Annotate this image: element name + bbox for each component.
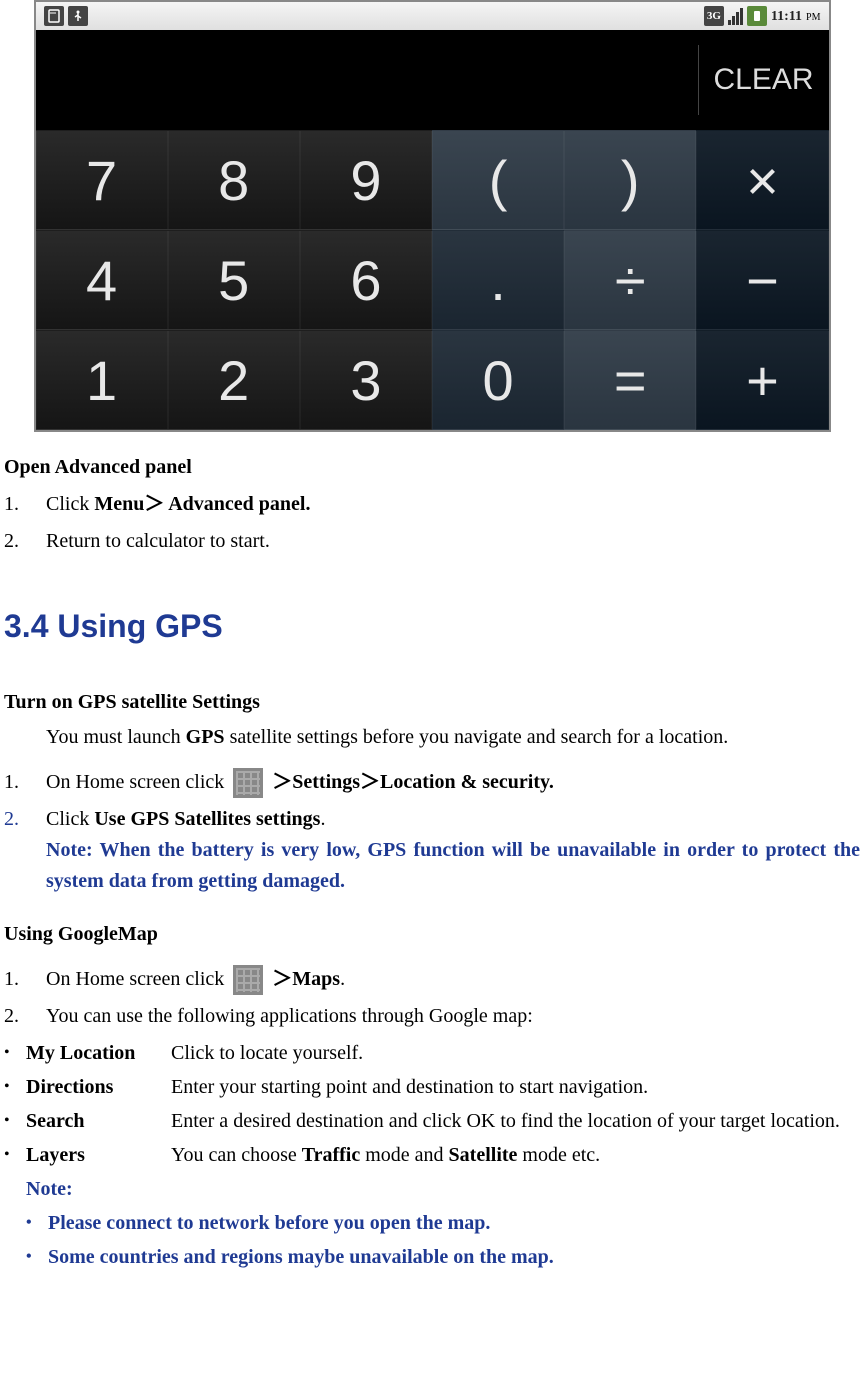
feature-item: • Search Enter a desired destination and… — [4, 1106, 860, 1137]
network-3g-icon: 3G — [704, 6, 724, 26]
feature-label: Directions — [26, 1072, 171, 1103]
feature-desc: Click to locate yourself. — [171, 1038, 860, 1069]
step-item: 2. You can use the following application… — [4, 1001, 860, 1032]
feature-desc: You can choose Traffic mode and Satellit… — [171, 1140, 860, 1171]
step-item: 1. On Home screen click ＞Maps. — [4, 964, 860, 995]
key-minus[interactable]: − — [696, 230, 828, 330]
calculator-keypad: 7 8 9 ( ) × 4 5 6 . ÷ − 1 2 3 0 = + — [36, 130, 829, 430]
feature-label: Search — [26, 1106, 171, 1137]
step-item: 2. Click Use GPS Satellites settings. No… — [4, 804, 860, 897]
feature-desc: Enter a desired destination and click OK… — [171, 1106, 860, 1137]
step-item: 2. Return to calculator to start. — [4, 526, 860, 557]
section-heading: 3.4 Using GPS — [4, 602, 860, 652]
status-bar: 3G 11:11 PM — [36, 2, 829, 30]
feature-item: • Layers You can choose Traffic mode and… — [4, 1140, 860, 1171]
launcher-icon — [233, 965, 263, 995]
key-equals[interactable]: = — [564, 330, 696, 430]
step-item: 1. Click Menu＞ Advanced panel. — [4, 489, 860, 520]
map-note-item: • Some countries and regions maybe unava… — [26, 1242, 860, 1273]
feature-desc: Enter your starting point and destinatio… — [171, 1072, 860, 1103]
step-item: 1. On Home screen click ＞Settings＞Locati… — [4, 767, 860, 798]
key-2[interactable]: 2 — [168, 330, 300, 430]
sdcard-icon — [44, 6, 64, 26]
key-5[interactable]: 5 — [168, 230, 300, 330]
feature-item: • Directions Enter your starting point a… — [4, 1072, 860, 1103]
launcher-icon — [233, 768, 263, 798]
key-lparen[interactable]: ( — [432, 130, 564, 230]
calculator-screenshot: 3G 11:11 PM CLEAR 7 8 9 ( ) × 4 5 6 . ÷ … — [34, 0, 831, 432]
clear-button[interactable]: CLEAR — [699, 30, 829, 130]
key-plus[interactable]: + — [696, 330, 828, 430]
map-note-label: Note: — [26, 1174, 860, 1205]
feature-item: • My Location Click to locate yourself. — [4, 1038, 860, 1069]
key-1[interactable]: 1 — [36, 330, 168, 430]
gps-note: Note: When the battery is very low, GPS … — [46, 835, 860, 897]
feature-label: Layers — [26, 1140, 171, 1171]
feature-label: My Location — [26, 1038, 171, 1069]
text-bold: Use GPS Satellites settings — [94, 808, 320, 830]
text: Click — [46, 808, 94, 830]
calculator-display: CLEAR — [36, 30, 829, 130]
text: On Home screen click — [46, 771, 229, 793]
doc-body: Open Advanced panel 1. Click Menu＞ Advan… — [0, 452, 864, 1273]
text: . — [340, 968, 345, 990]
key-7[interactable]: 7 — [36, 130, 168, 230]
text: On Home screen click — [46, 968, 229, 990]
key-multiply[interactable]: × — [696, 130, 828, 230]
text-bold: ＞Settings＞Location & security. — [272, 771, 554, 793]
map-note-item: • Please connect to network before you o… — [26, 1208, 860, 1239]
googlemap-title: Using GoogleMap — [4, 919, 860, 950]
key-divide[interactable]: ÷ — [564, 230, 696, 330]
key-dot[interactable]: . — [432, 230, 564, 330]
text-bold: Menu＞ Advanced panel. — [94, 493, 310, 515]
battery-icon — [747, 6, 767, 26]
key-0[interactable]: 0 — [432, 330, 564, 430]
key-rparen[interactable]: ) — [564, 130, 696, 230]
gps-intro: You must launch GPS satellite settings b… — [46, 722, 860, 753]
text: . — [320, 808, 325, 830]
signal-icon — [728, 8, 743, 25]
key-9[interactable]: 9 — [300, 130, 432, 230]
text: Click — [46, 493, 94, 515]
usb-icon — [68, 6, 88, 26]
gps-settings-title: Turn on GPS satellite Settings — [4, 687, 860, 718]
key-4[interactable]: 4 — [36, 230, 168, 330]
advanced-panel-title: Open Advanced panel — [4, 452, 860, 483]
key-6[interactable]: 6 — [300, 230, 432, 330]
key-3[interactable]: 3 — [300, 330, 432, 430]
text-bold: ＞Maps — [272, 968, 340, 990]
key-8[interactable]: 8 — [168, 130, 300, 230]
status-time: 11:11 PM — [771, 7, 821, 25]
